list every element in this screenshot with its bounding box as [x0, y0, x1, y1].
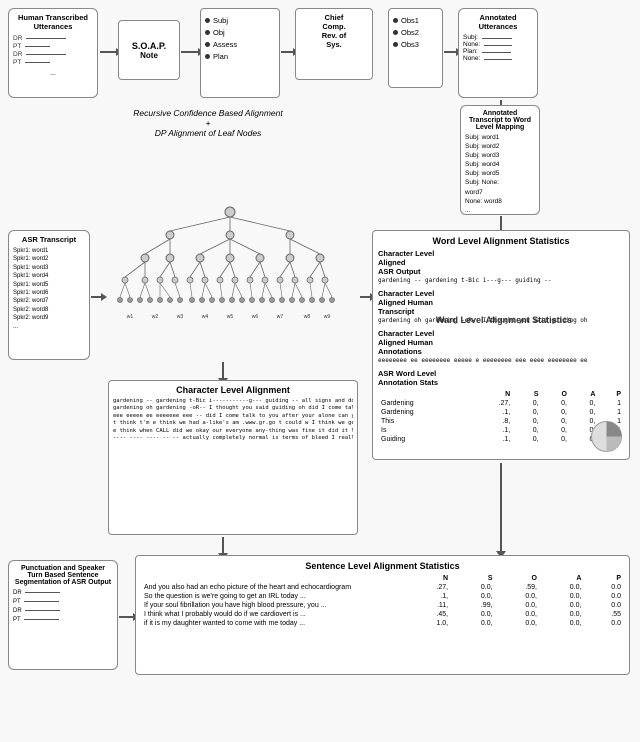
pie-chart [589, 419, 624, 454]
svg-text:w5: w5 [227, 314, 234, 320]
table-row: So the question is we're going to get an… [141, 592, 624, 601]
soap-sublabel: Note [140, 51, 158, 60]
word-level-stats-box: Word Level Alignment Statistics Characte… [372, 230, 630, 460]
ht-line-3: DR [13, 51, 93, 58]
annotated-utt-box: AnnotatedUtterances Subj: None: Plan: No… [458, 8, 538, 98]
ward-level-stats-label: Ward Level Alignment Statistics [379, 315, 629, 325]
word-mapping-content: Subj: word1 Subj: word2 Subj: word3 Subj… [465, 133, 535, 215]
human-transcribed-box: Human Transcribed Utterances DR PT DR PT… [8, 8, 98, 98]
svg-text:w6: w6 [252, 314, 259, 320]
chief-comp-box: ChiefComp.Rev. ofSys. [295, 8, 373, 80]
sentence-stats-table: N S O A P And you also had an echo pictu… [141, 574, 624, 628]
table-row: Gardening .27, 0, 0, 0, 1 [378, 399, 624, 408]
svg-text:w9: w9 [324, 314, 331, 320]
word-level-stats-title: Word Level Alignment Statistics [378, 236, 624, 246]
ht-line-2: PT [13, 43, 93, 50]
recursive-confidence-text: Recursive Confidence Based Alignment + D… [108, 108, 308, 138]
asr-lines: Spkr1: word1 Spkr1: word2 Spkr1: word3 S… [13, 247, 85, 331]
tree-diagram-area: w1 w2 w3 w4 w5 w6 w7 w8 w9 [100, 200, 360, 360]
punct-title: Punctuation and SpeakerTurn Based Senten… [13, 565, 113, 586]
char-asr-text: gardening -- gardening t-Bic i---g--- gu… [378, 277, 624, 285]
ann-utt-title: AnnotatedUtterances [463, 13, 533, 31]
table-row: if it is my daughter wanted to come with… [141, 619, 624, 628]
ht-line-4: PT [13, 59, 93, 66]
word-mapping-box: AnnotatedTranscript to WordLevel Mapping… [460, 105, 540, 215]
svg-text:w2: w2 [152, 314, 159, 320]
svg-text:w8: w8 [304, 314, 311, 320]
ht-line-1: DR [13, 35, 93, 42]
soap-label: S.O.A.P. [132, 41, 166, 51]
tree-svg: w1 w2 w3 w4 w5 w6 w7 w8 w9 [100, 200, 360, 360]
human-transcribed-title: Human Transcribed Utterances [13, 13, 93, 31]
svg-text:w4: w4 [202, 314, 209, 320]
obs-box: Obs1 Obs2 Obs3 [388, 8, 443, 88]
subj-obj-box: Subj Obj Assess Plan [200, 8, 280, 98]
svg-text:w7: w7 [277, 314, 284, 320]
chief-comp-title: ChiefComp.Rev. ofSys. [300, 13, 368, 49]
char-level-alignment-box: Character Level Alignment gardening -- g… [108, 380, 358, 535]
char-ann-text: eeeeeeee ee eeeeeeee eeeee e eeeeeeee ee… [378, 357, 624, 365]
svg-text:w3: w3 [177, 314, 184, 320]
char-level-text: gardening -- gardening t-Bic i----------… [113, 398, 353, 443]
punct-speaker-box: Punctuation and SpeakerTurn Based Senten… [8, 560, 118, 670]
word-stats-table: N S O A P Gardening .27, 0, 0, 0, 1 Gard [378, 390, 624, 444]
table-row: Gardening .1, 0, 0, 0, 1 [378, 408, 624, 417]
arrow-word-stats-down [496, 463, 506, 558]
table-row: And you also had an echo picture of the … [141, 583, 624, 592]
table-row: This .8, 0, 0, 0, 1 [378, 417, 624, 426]
table-row: If your soul fibrillation you have high … [141, 601, 624, 610]
table-row: I think what I probably would do if we c… [141, 610, 624, 619]
word-mapping-title: AnnotatedTranscript to WordLevel Mapping [465, 110, 535, 131]
table-row: Guiding .1, 0, 0, 0, 1 [378, 435, 624, 444]
sentence-level-stats-box: Sentence Level Alignment Statistics N S … [135, 555, 630, 675]
soap-box: S.O.A.P. Note [118, 20, 180, 80]
main-container: Human Transcribed Utterances DR PT DR PT… [0, 0, 640, 742]
punct-lines: DR PT DR PT [13, 589, 113, 625]
asr-title: ASR Transcript [13, 235, 85, 244]
asr-transcript-box: ASR Transcript Spkr1: word1 Spkr1: word2… [8, 230, 90, 360]
sentence-level-title: Sentence Level Alignment Statistics [141, 561, 624, 571]
table-row: Is .1, 0, 0, 0, 1 [378, 426, 624, 435]
svg-text:w1: w1 [127, 314, 134, 320]
char-level-title: Character Level Alignment [113, 385, 353, 395]
